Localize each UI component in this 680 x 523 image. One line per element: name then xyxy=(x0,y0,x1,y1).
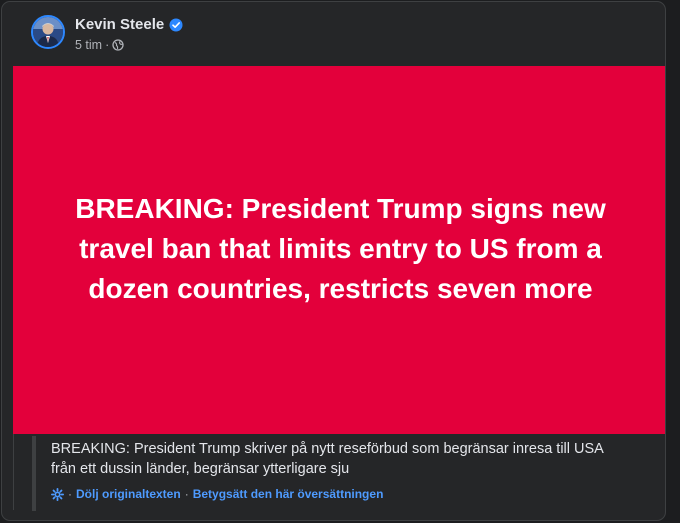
action-separator: · xyxy=(184,487,189,501)
meta-separator: · xyxy=(105,38,110,52)
profile-photo-icon xyxy=(33,17,63,47)
verified-badge-icon xyxy=(169,18,183,32)
post-timestamp[interactable]: 5 tim xyxy=(75,38,102,52)
post-meta: 5 tim · xyxy=(75,38,124,52)
translated-text: BREAKING: President Trump skriver på nyt… xyxy=(51,441,604,477)
author-name[interactable]: Kevin Steele xyxy=(75,16,164,33)
post-card: Kevin Steele 5 tim · BREAKING: President… xyxy=(1,1,666,521)
author-row: Kevin Steele xyxy=(75,16,183,33)
avatar[interactable] xyxy=(31,15,65,49)
divider xyxy=(13,434,14,510)
globe-icon[interactable] xyxy=(112,39,124,51)
gear-icon xyxy=(50,487,65,501)
post-image-banner[interactable]: BREAKING: President Trump signs new trav… xyxy=(13,66,665,434)
post-header: Kevin Steele 5 tim · xyxy=(2,2,665,66)
hide-original-link[interactable]: Dölj originaltexten xyxy=(76,487,181,501)
translation-block: BREAKING: President Trump skriver på nyt… xyxy=(32,436,632,511)
translation-actions: · Dölj originaltexten · Betygsätt den hä… xyxy=(50,487,632,501)
rate-translation-link[interactable]: Betygsätt den här översättningen xyxy=(193,487,384,501)
action-separator: · xyxy=(68,487,72,501)
banner-headline: BREAKING: President Trump signs new trav… xyxy=(75,192,606,304)
